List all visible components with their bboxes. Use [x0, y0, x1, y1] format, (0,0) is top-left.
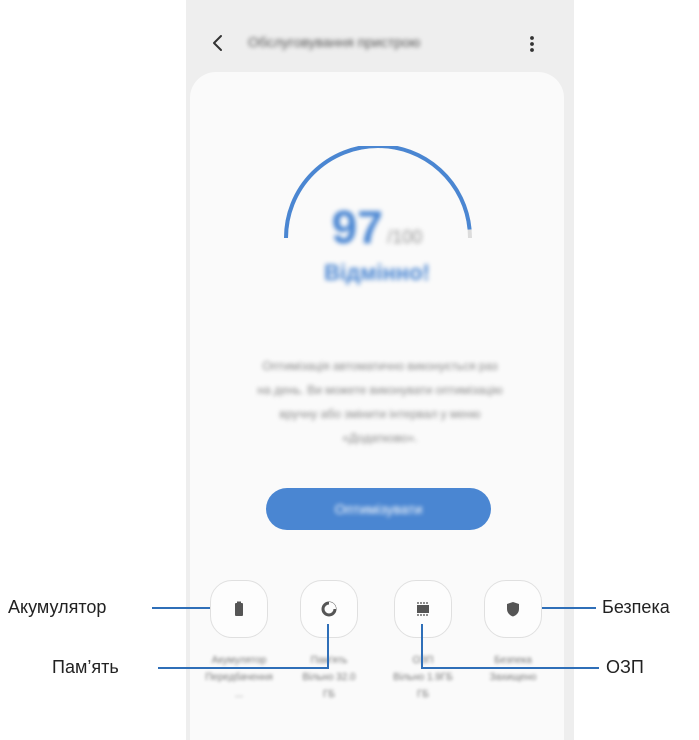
optimize-button[interactable]: Оптимізувати — [266, 488, 491, 530]
memory-tile[interactable] — [394, 580, 452, 638]
storage-pie-icon — [321, 601, 337, 617]
page-title: Обслуговування пристрою — [248, 34, 421, 50]
description-line: вручну або змінити інтервал у меню — [279, 407, 481, 421]
chevron-left-icon[interactable] — [208, 31, 228, 55]
callout-battery-line — [152, 607, 210, 609]
callout-storage: Пам’ять — [52, 657, 119, 677]
callout-security: Безпека — [602, 597, 670, 617]
security-tile-label: Безпека Захищено — [489, 655, 537, 683]
storage-tile[interactable] — [300, 580, 358, 638]
security-tile[interactable] — [484, 580, 542, 638]
callout-memory: ОЗП — [606, 657, 644, 677]
description-line: на день. Ви можете виконувати оптимізаці… — [257, 383, 503, 397]
score-readout: 97 /100 — [190, 200, 564, 254]
score-status: Відмінно! — [324, 260, 430, 285]
storage-tile-label: Пам'ять Вільно 32.0 ГБ — [302, 655, 356, 700]
callout-storage-line — [327, 624, 329, 669]
memory-chip-icon — [417, 602, 429, 616]
callout-security-line — [542, 607, 596, 609]
score-max: /100 — [387, 227, 423, 247]
device-care-card: 97 /100 Відмінно! Оптимізація автоматичн… — [190, 72, 564, 740]
battery-tile[interactable] — [210, 580, 268, 638]
device-screen: Обслуговування пристрою 97 /100 Відмінно… — [186, 0, 574, 740]
callout-memory-line — [421, 624, 423, 669]
description-line: Оптимізація автоматично виконується раз — [262, 359, 498, 373]
callout-storage-line — [158, 667, 329, 669]
battery-icon — [235, 601, 243, 616]
app-bar: Обслуговування пристрою — [186, 18, 574, 68]
memory-tile-label: ОЗП Вільно 1.9ГБ ГБ — [393, 655, 453, 700]
callout-memory-line — [421, 667, 599, 669]
optimize-button-label: Оптимізувати — [334, 501, 423, 517]
optimization-description: Оптимізація автоматично виконується раз … — [218, 354, 542, 450]
score-value: 97 — [331, 201, 383, 253]
more-vertical-icon[interactable] — [524, 32, 540, 56]
battery-tile-label: Акумулятор Передбачення ... — [205, 655, 273, 700]
description-line: «Додатково». — [342, 431, 418, 445]
shield-icon — [507, 602, 519, 617]
callout-battery: Акумулятор — [8, 597, 107, 617]
